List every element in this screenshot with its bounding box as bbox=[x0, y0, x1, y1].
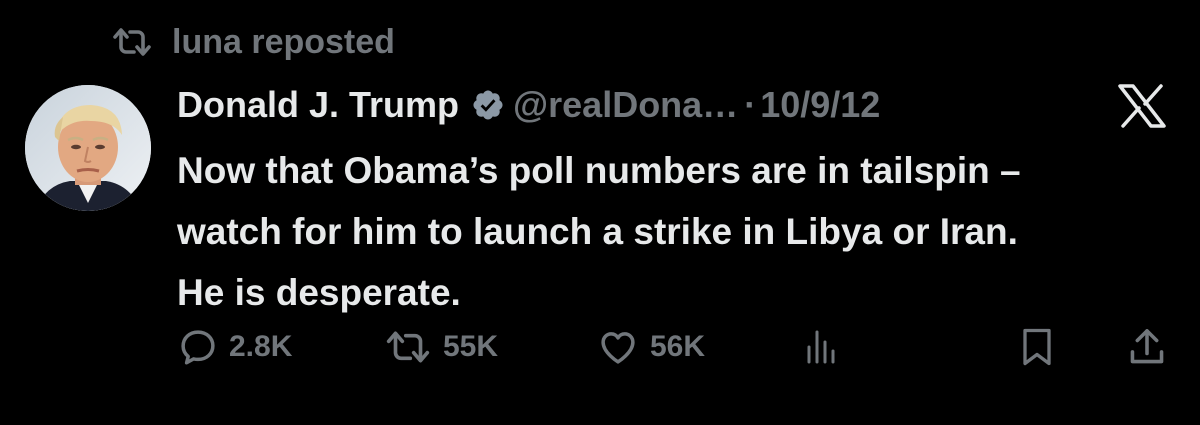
tweet-header: Donald J. Trump @realDona… · 10/9/12 bbox=[177, 82, 880, 128]
share-button[interactable] bbox=[1127, 322, 1177, 372]
reply-icon bbox=[181, 330, 215, 365]
bar-chart-icon bbox=[807, 330, 835, 364]
repost-button[interactable]: 55K bbox=[383, 322, 498, 372]
profile-photo bbox=[25, 85, 151, 211]
repost-context[interactable]: luna reposted bbox=[110, 22, 395, 62]
like-count: 56K bbox=[650, 330, 706, 363]
tweet-line: watch for him to launch a strike in Liby… bbox=[177, 211, 1018, 252]
heart-icon bbox=[601, 332, 635, 364]
x-logo-icon bbox=[1114, 84, 1170, 128]
share-icon bbox=[1130, 329, 1164, 364]
author-handle[interactable]: @realDona… bbox=[513, 84, 738, 126]
repost-label: luna reposted bbox=[172, 22, 395, 61]
reply-count: 2.8K bbox=[229, 330, 293, 363]
bookmark-icon bbox=[1023, 328, 1051, 366]
like-button[interactable]: 56K bbox=[596, 322, 705, 372]
tweet-card[interactable]: luna reposted Donald J. Trump @realDona…… bbox=[0, 0, 1200, 425]
reply-button[interactable]: 2.8K bbox=[177, 322, 292, 372]
repost-count: 55K bbox=[443, 330, 499, 363]
verified-badge-icon bbox=[471, 88, 505, 122]
views-button[interactable] bbox=[806, 322, 846, 372]
repost-icon bbox=[386, 331, 430, 363]
tweet-text: Now that Obama’s poll numbers are in tai… bbox=[177, 140, 1182, 323]
repost-icon bbox=[113, 28, 151, 56]
avatar[interactable] bbox=[25, 85, 151, 211]
tweet-line: He is desperate. bbox=[177, 272, 461, 313]
separator-dot: · bbox=[744, 84, 757, 125]
tweet-date[interactable]: 10/9/12 bbox=[760, 84, 880, 126]
action-bar: 2.8K 55K 56K bbox=[0, 322, 1200, 372]
tweet-line: Now that Obama’s poll numbers are in tai… bbox=[177, 150, 1021, 191]
author-name[interactable]: Donald J. Trump bbox=[177, 84, 459, 126]
bookmark-button[interactable] bbox=[1019, 322, 1065, 372]
